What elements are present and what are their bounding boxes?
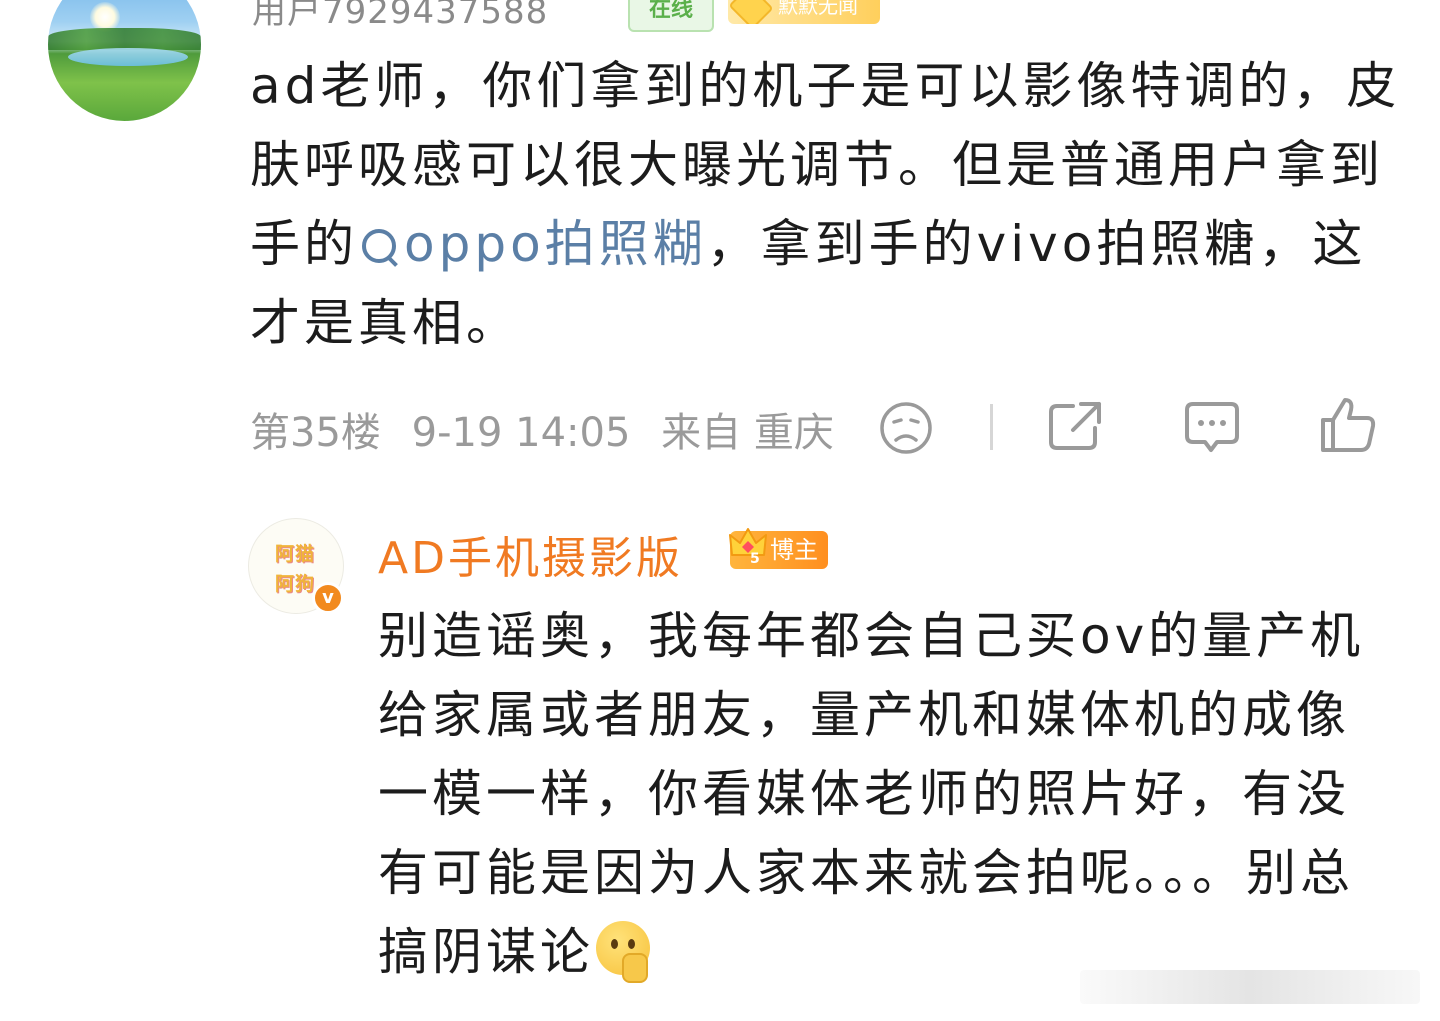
reply-text-body: 别造谣奥，我每年都会自己买ov的量产机给家属或者朋友，量产机和媒体机的成像一模一… xyxy=(378,607,1365,981)
thumbs-up-icon[interactable] xyxy=(1319,396,1377,454)
share-icon[interactable] xyxy=(1047,400,1103,452)
thinking-face-emoji xyxy=(594,921,650,983)
fan-gem-icon xyxy=(728,0,774,24)
avatar-trees xyxy=(48,28,201,50)
comment-meta: 第35楼 9-19 14:05 来自 重庆 xyxy=(250,400,852,458)
avatar-text-bottom: 阿狗 xyxy=(275,573,316,595)
comment-icon[interactable] xyxy=(1183,400,1241,456)
watermark xyxy=(1080,970,1420,1004)
search-icon xyxy=(358,223,400,267)
blogger-badge[interactable]: 5 博主 xyxy=(729,528,828,569)
avatar-text-top: 阿猫 xyxy=(275,543,316,565)
comment-username[interactable]: 用户7929437588 xyxy=(252,0,548,33)
online-badge: 在线 xyxy=(628,0,714,32)
user-avatar[interactable] xyxy=(48,0,201,121)
comment-location: 来自 重庆 xyxy=(661,410,834,456)
comment-time: 9-19 14:05 xyxy=(411,410,631,456)
verified-icon: v xyxy=(312,582,344,614)
action-divider xyxy=(990,404,993,450)
fan-level-badge[interactable]: 默默无闻 xyxy=(728,0,880,24)
floor-number: 第35楼 xyxy=(250,410,381,456)
avatar-lake xyxy=(68,48,188,66)
reply-username[interactable]: AD手机摄影版 xyxy=(378,522,683,586)
crown-icon: 5 xyxy=(729,528,767,565)
search-link-text: oppo拍照糊 xyxy=(404,215,707,273)
fan-badge-label: 默默无闻 xyxy=(778,0,858,18)
search-link[interactable]: oppo拍照糊 xyxy=(358,215,707,273)
sad-face-icon[interactable] xyxy=(879,401,933,455)
blogger-badge-label: 博主 xyxy=(770,536,818,564)
reply-text: 别造谣奥，我每年都会自己买ov的量产机给家属或者朋友，量产机和媒体机的成像一模一… xyxy=(378,597,1378,992)
badge-level: 5 xyxy=(750,551,760,565)
comment-text: ad老师，你们拿到的机子是可以影像特调的，皮肤呼吸感可以很大曝光调节。但是普通用… xyxy=(250,47,1410,363)
